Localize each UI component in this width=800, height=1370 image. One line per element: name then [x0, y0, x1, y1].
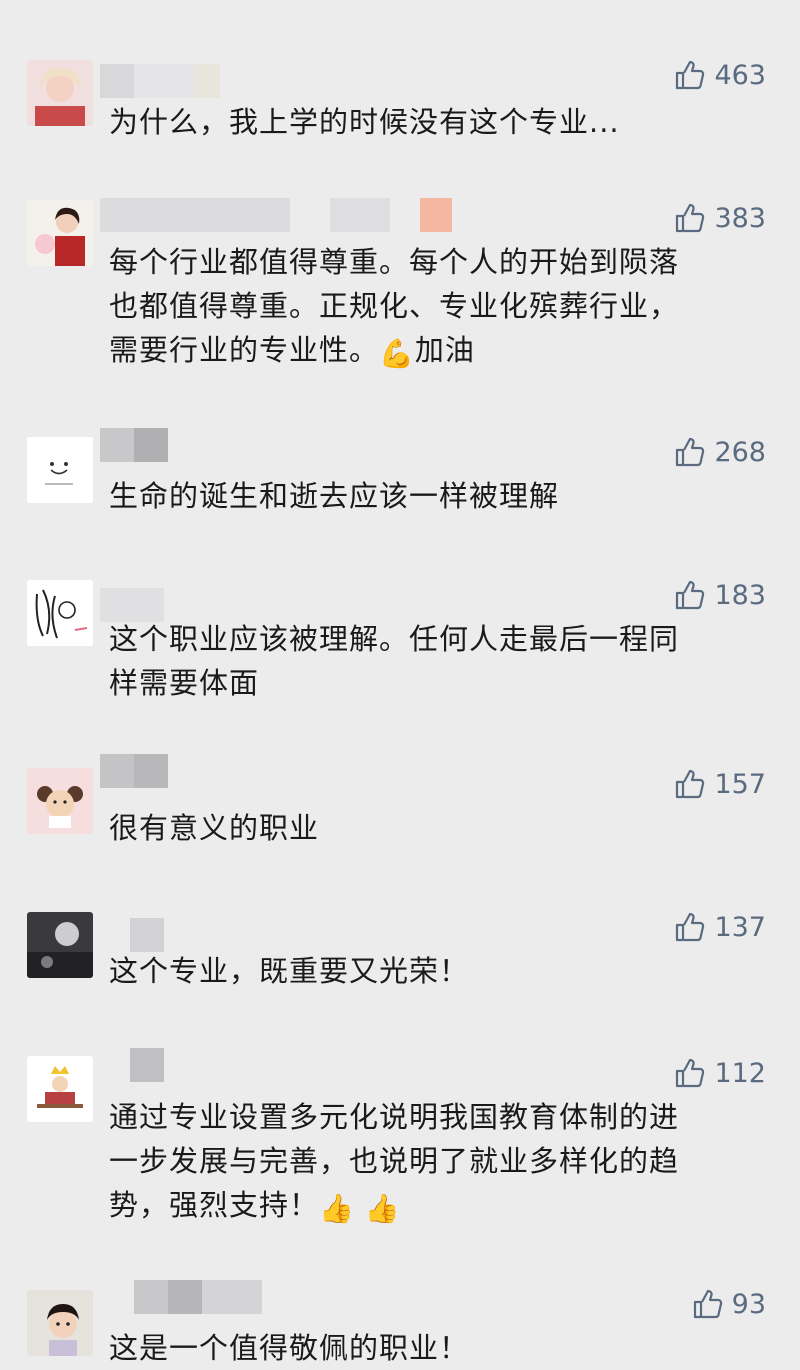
comment-text: 很有意义的职业 — [109, 811, 320, 845]
thumbs-up-icon — [676, 60, 705, 90]
like-button[interactable]: 268 — [674, 434, 766, 470]
like-button[interactable]: 137 — [674, 909, 766, 945]
thumbs-up-icon — [676, 437, 705, 467]
like-button[interactable]: 383 — [674, 200, 766, 236]
nickname-blurred[interactable] — [100, 1280, 262, 1314]
avatar[interactable] — [27, 437, 93, 503]
like-count: 268 — [714, 436, 766, 468]
comment-text: 这个专业，既重要又光荣！ — [109, 954, 470, 988]
like-button[interactable]: 112 — [674, 1055, 766, 1091]
thumbs-up-icon — [693, 1289, 722, 1319]
nickname-blurred[interactable] — [100, 64, 220, 98]
like-count: 183 — [714, 579, 766, 611]
nickname-blurred[interactable] — [100, 1048, 164, 1082]
like-button[interactable]: 93 — [692, 1286, 766, 1322]
avatar[interactable] — [27, 580, 93, 646]
nickname-blurred[interactable] — [100, 428, 168, 462]
like-count: 463 — [714, 59, 766, 91]
nickname-blurred[interactable] — [100, 198, 452, 232]
comment-text: 每个行业都值得尊重。每个人的开始到陨落 也都值得尊重。正规化、专业化殡葬行业， … — [109, 240, 759, 372]
like-count: 137 — [714, 911, 766, 943]
thumbs-up-icon — [676, 580, 705, 610]
nickname-blurred[interactable] — [100, 754, 168, 788]
avatar[interactable] — [27, 1290, 93, 1356]
avatar[interactable] — [27, 768, 93, 834]
comment-text: 这是一个值得敬佩的职业！ — [109, 1331, 470, 1365]
thumbs-up-emoji: 👍 👍 — [319, 1192, 401, 1225]
like-button[interactable]: 463 — [674, 57, 766, 93]
thumbs-up-icon — [676, 912, 705, 942]
avatar[interactable] — [27, 1056, 93, 1122]
avatar[interactable] — [27, 60, 93, 126]
comment-text: 这个职业应该被理解。任何人走最后一程同 样需要体面 — [109, 622, 680, 700]
comment-text: 为什么，我上学的时候没有这个专业... — [109, 105, 620, 139]
thumbs-up-icon — [676, 1058, 705, 1088]
like-count: 157 — [714, 768, 766, 800]
comment-text: 通过专业设置多元化说明我国教育体制的进 一步发展与完善，也说明了就业多样化的趋 … — [109, 1095, 759, 1227]
avatar[interactable] — [27, 200, 93, 266]
flexed-biceps-emoji: 💪 — [379, 337, 415, 370]
like-button[interactable]: 157 — [674, 766, 766, 802]
thumbs-up-icon — [676, 769, 705, 799]
comment-text-tail: 加油 — [414, 333, 475, 367]
comment-text: 生命的诞生和逝去应该一样被理解 — [109, 479, 560, 513]
like-count: 112 — [714, 1057, 766, 1089]
thumbs-up-icon — [676, 203, 705, 233]
like-count: 383 — [714, 202, 766, 234]
like-count: 93 — [731, 1288, 766, 1320]
avatar[interactable] — [27, 912, 93, 978]
nickname-blurred[interactable] — [100, 918, 164, 952]
like-button[interactable]: 183 — [674, 577, 766, 613]
